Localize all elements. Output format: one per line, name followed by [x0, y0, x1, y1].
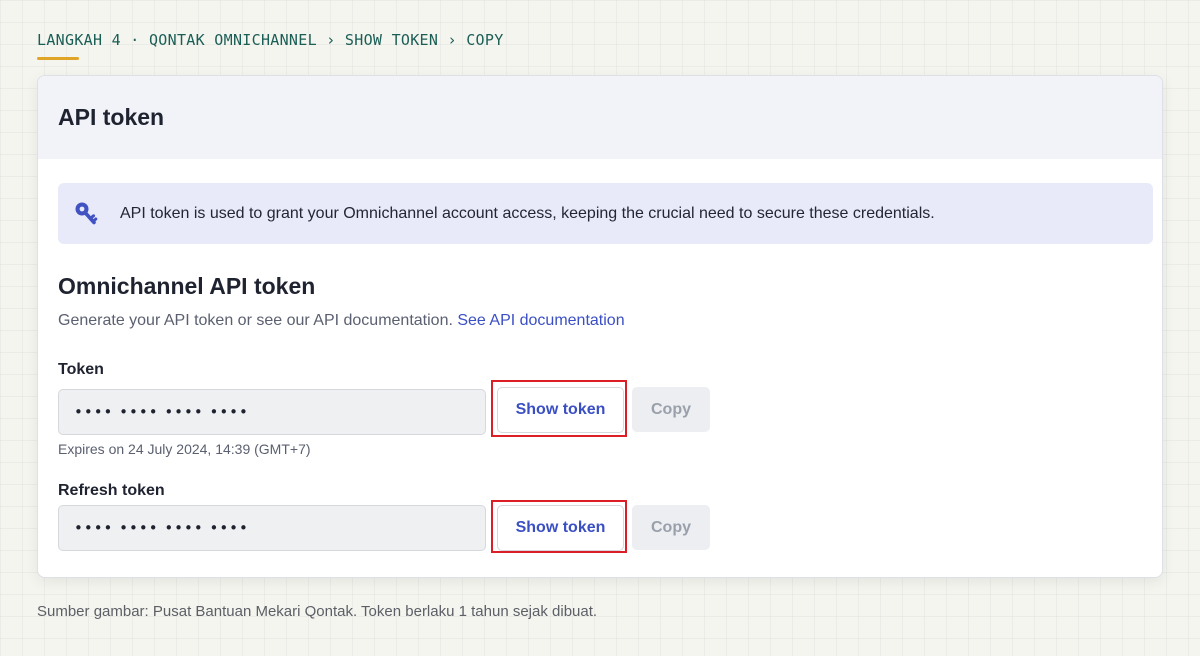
- token-expiry-text: Expires on 24 July 2024, 14:39 (GMT+7): [58, 441, 311, 457]
- step-breadcrumb: LANGKAH 4 · QONTAK OMNICHANNEL › SHOW TO…: [37, 31, 504, 49]
- card-header: API token: [38, 76, 1162, 159]
- refresh-token-field[interactable]: •••• •••• •••• ••••: [58, 505, 486, 551]
- section-description-text: Generate your API token or see our API d…: [58, 312, 453, 329]
- copy-token-button[interactable]: Copy: [632, 387, 710, 432]
- refresh-token-label: Refresh token: [58, 482, 165, 499]
- api-token-card: API token API token is used to grant you…: [37, 75, 1163, 578]
- show-refresh-token-button[interactable]: Show token: [497, 505, 624, 551]
- show-token-button[interactable]: Show token: [497, 387, 624, 433]
- copy-refresh-token-button[interactable]: Copy: [632, 505, 710, 550]
- token-label: Token: [58, 361, 104, 378]
- image-caption: Sumber gambar: Pusat Bantuan Mekari Qont…: [37, 603, 598, 620]
- api-documentation-link[interactable]: See API documentation: [457, 312, 624, 329]
- key-icon: [72, 200, 100, 228]
- info-banner-text: API token is used to grant your Omnichan…: [120, 204, 935, 222]
- card-title: API token: [58, 104, 165, 130]
- section-title: Omnichannel API token: [58, 273, 316, 299]
- step-underline: [37, 57, 79, 60]
- info-banner: API token is used to grant your Omnichan…: [58, 183, 1153, 244]
- token-field[interactable]: •••• •••• •••• ••••: [58, 389, 486, 435]
- section-description: Generate your API token or see our API d…: [58, 312, 625, 330]
